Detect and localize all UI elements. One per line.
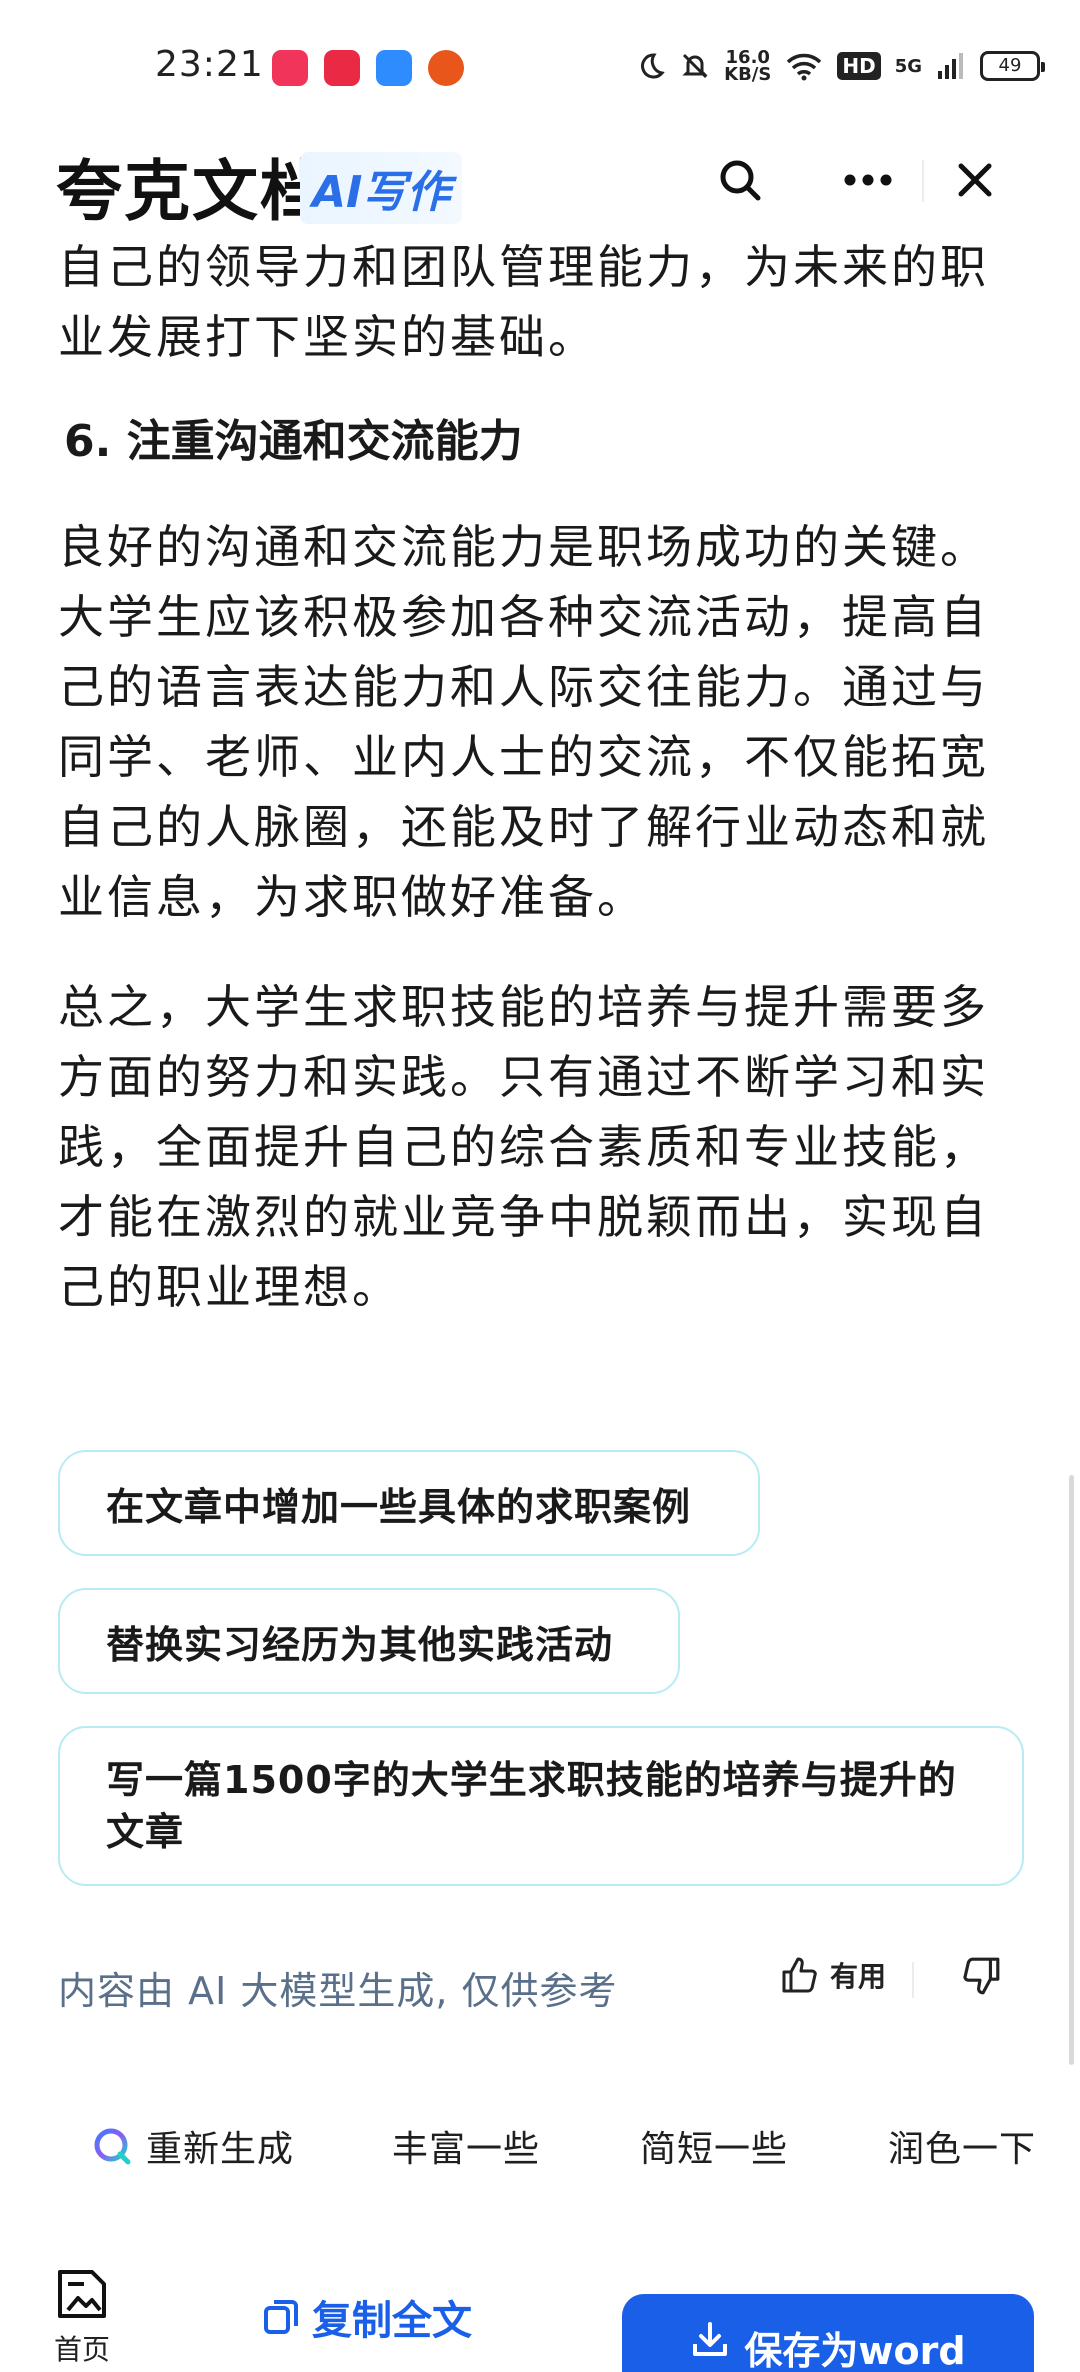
shorten-button[interactable]: 简短一些 — [640, 2120, 788, 2172]
regenerate-label: 重新生成 — [146, 2129, 295, 2170]
moon-icon — [641, 53, 665, 79]
signal-icon — [938, 53, 963, 79]
game-app-icon — [428, 50, 464, 86]
suggestion-chip[interactable]: 替换实习经历为其他实践活动 — [58, 1588, 680, 1694]
enrich-button[interactable]: 丰富一些 — [392, 2120, 540, 2172]
battery-indicator: 49 — [980, 51, 1045, 81]
not-useful-button[interactable] — [960, 1955, 1002, 2001]
scrollbar[interactable] — [1069, 1475, 1074, 2065]
save-as-word-label: 保存为word — [744, 2329, 966, 2372]
paragraph-conclusion: 总之，大学生求职技能的培养与提升需要多方面的努力和实践。只有通过不断学习和实践，… — [58, 980, 989, 1314]
copy-icon — [264, 2300, 298, 2334]
screen-record-app-icon — [272, 50, 308, 86]
search-button[interactable] — [710, 150, 770, 210]
suggestion-label: 替换实习经历为其他实践活动 — [106, 1622, 614, 1667]
close-icon — [958, 163, 992, 197]
thumbs-down-icon — [963, 1957, 1000, 1995]
download-icon — [693, 2322, 728, 2356]
useful-button[interactable]: 有用 — [780, 1955, 886, 1995]
network-type: 5G — [894, 55, 922, 77]
save-as-word-button[interactable]: 保存为word — [622, 2294, 1034, 2372]
header-divider — [922, 160, 924, 202]
status-bar: 23:21 16.0 KB/S HD 5G 49 — [0, 0, 1080, 130]
shorten-label: 简短一些 — [640, 2129, 789, 2170]
article-content: 自己的领导力和团队管理能力，为未来的职业发展打下坚实的基础。 6. 注重沟通和交… — [58, 232, 1030, 1362]
useful-label: 有用 — [830, 1960, 887, 1993]
rewrite-actions: 重新生成 丰富一些 简短一些 润色一下 — [0, 2120, 1080, 2180]
xiaohongshu-app-icon — [324, 50, 360, 86]
regenerate-icon — [94, 2128, 131, 2165]
bottom-bar: 首页 复制全文 保存为word — [0, 2260, 1080, 2372]
polish-button[interactable]: 润色一下 — [888, 2120, 1036, 2172]
regenerate-button[interactable]: 重新生成 — [92, 2120, 294, 2172]
ai-disclaimer: 内容由 AI 大模型生成, 仅供参考 — [58, 1969, 618, 2013]
hd-badge: HD — [837, 52, 881, 80]
status-icons: 16.0 KB/S HD 5G 49 — [636, 44, 1045, 88]
brand-title: 夸克文档 — [56, 153, 328, 230]
mute-bell-icon — [682, 53, 708, 79]
search-icon — [720, 160, 761, 201]
chat-app-icon — [376, 50, 412, 86]
ai-writing-badge: AI写作 — [300, 152, 463, 224]
status-time: 23:21 — [155, 44, 264, 85]
section-heading: 6. 注重沟通和交流能力 — [64, 416, 523, 467]
more-icon — [844, 174, 892, 186]
close-button[interactable] — [945, 150, 1005, 210]
paragraph-communication: 良好的沟通和交流能力是职场成功的关键。大学生应该积极参加各种交流活动，提高自己的… — [58, 520, 989, 924]
app-header: 夸克文档 AI写作 — [0, 130, 1080, 230]
home-tab[interactable]: 首页 — [52, 2266, 112, 2368]
home-icon — [58, 2270, 106, 2318]
thumbs-up-icon — [782, 1957, 817, 1993]
suggestion-chip[interactable]: 在文章中增加一些具体的求职案例 — [58, 1450, 760, 1556]
copy-all-button[interactable]: 复制全文 — [262, 2288, 472, 2346]
more-button[interactable] — [838, 150, 898, 210]
suggestion-chip[interactable]: 写一篇1500字的大学生求职技能的培养与提升的文章 — [58, 1726, 1024, 1886]
copy-all-label: 复制全文 — [312, 2298, 472, 2344]
polish-label: 润色一下 — [888, 2129, 1037, 2170]
enrich-label: 丰富一些 — [392, 2129, 541, 2170]
feedback-divider — [912, 1962, 914, 1998]
wifi-icon — [787, 53, 822, 81]
suggestion-label: 写一篇1500字的大学生求职技能的培养与提升的文章 — [106, 1758, 957, 1854]
paragraph-intro-tail: 自己的领导力和团队管理能力，为未来的职业发展打下坚实的基础。 — [58, 240, 989, 364]
suggestion-label: 在文章中增加一些具体的求职案例 — [106, 1484, 692, 1529]
network-speed: 16.0 KB/S — [724, 47, 772, 85]
home-label: 首页 — [53, 2333, 110, 2366]
